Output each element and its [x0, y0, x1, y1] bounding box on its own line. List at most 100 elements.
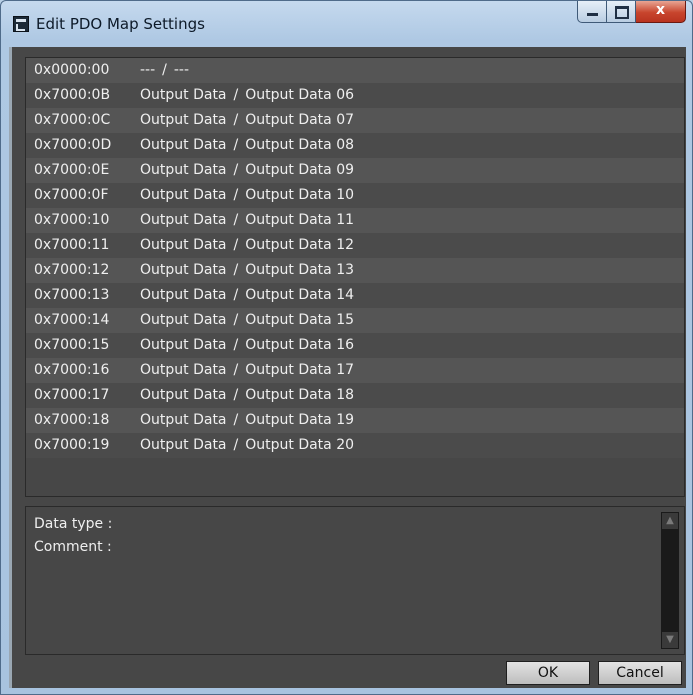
- details-scrollbar[interactable]: ▲ ▼: [661, 512, 679, 649]
- entry-separator: /: [233, 112, 239, 128]
- edit-pdo-map-settings-window: Edit PDO Map Settings x 0x0000:00 --- / ---…: [0, 0, 693, 695]
- entry-name: Output Data 17: [245, 362, 355, 378]
- entry-separator: /: [162, 62, 167, 78]
- pdo-entry-row[interactable]: 0x7000:19 Output Data / Output Data 20: [26, 433, 684, 458]
- pdo-entry-row[interactable]: 0x7000:11 Output Data / Output Data 12: [26, 233, 684, 258]
- entry-index: 0x7000:16: [34, 362, 110, 378]
- entry-group: Output Data: [140, 312, 227, 328]
- entry-name: Output Data 15: [245, 312, 355, 328]
- pdo-entry-row[interactable]: 0x7000:18 Output Data / Output Data 19: [26, 408, 684, 433]
- pdo-entry-list-body: 0x0000:00 --- / --- 0x7000:0B Output Data / Out…: [26, 58, 684, 458]
- pdo-entry-row[interactable]: 0x7000:12 Output Data / Output Data 13: [26, 258, 684, 283]
- entry-separator: /: [233, 437, 239, 453]
- entry-name: Output Data 06: [245, 87, 355, 103]
- entry-group: Output Data: [140, 212, 227, 228]
- entry-separator: /: [233, 387, 239, 403]
- pdo-entry-row[interactable]: 0x0000:00 --- / ---: [26, 58, 684, 83]
- pdo-entry-row[interactable]: 0x7000:0E Output Data / Output Data 09: [26, 158, 684, 183]
- pdo-entry-row[interactable]: 0x7000:15 Output Data / Output Data 16: [26, 333, 684, 358]
- entry-name: Output Data 13: [245, 262, 355, 278]
- scroll-down-arrow-icon[interactable]: ▼: [662, 632, 678, 648]
- entry-separator: /: [233, 137, 239, 153]
- pdo-entry-row[interactable]: 0x7000:17 Output Data / Output Data 18: [26, 383, 684, 408]
- entry-index: 0x0000:00: [34, 62, 110, 78]
- entry-separator: /: [233, 362, 239, 378]
- pdo-entry-row[interactable]: 0x7000:0B Output Data / Output Data 06: [26, 83, 684, 108]
- title-bar[interactable]: Edit PDO Map Settings x: [1, 1, 692, 47]
- minimize-button[interactable]: [577, 1, 607, 23]
- entry-group: Output Data: [140, 337, 227, 353]
- entry-group: Output Data: [140, 362, 227, 378]
- entry-name: Output Data 09: [245, 162, 355, 178]
- pdo-entry-row[interactable]: 0x7000:10 Output Data / Output Data 11: [26, 208, 684, 233]
- entry-group: Output Data: [140, 237, 227, 253]
- window-app-icon[interactable]: [13, 16, 29, 32]
- entry-group: Output Data: [140, 287, 227, 303]
- maximize-button[interactable]: [607, 1, 636, 23]
- entry-index: 0x7000:0D: [34, 137, 112, 153]
- pdo-entry-row[interactable]: 0x7000:0D Output Data / Output Data 08: [26, 133, 684, 158]
- pdo-entry-row[interactable]: 0x7000:0C Output Data / Output Data 07: [26, 108, 684, 133]
- close-button[interactable]: x: [636, 1, 686, 23]
- entry-group: Output Data: [140, 112, 227, 128]
- scroll-up-arrow-icon[interactable]: ▲: [662, 513, 678, 529]
- entry-separator: /: [233, 212, 239, 228]
- entry-group: Output Data: [140, 162, 227, 178]
- entry-group: Output Data: [140, 187, 227, 203]
- entry-index: 0x7000:14: [34, 312, 110, 328]
- entry-index: 0x7000:0E: [34, 162, 110, 178]
- close-icon: x: [655, 2, 666, 18]
- entry-separator: /: [233, 337, 239, 353]
- entry-index: 0x7000:0F: [34, 187, 109, 203]
- minimize-icon: [587, 13, 598, 16]
- entry-separator: /: [233, 187, 239, 203]
- entry-group: Output Data: [140, 262, 227, 278]
- entry-separator: /: [233, 237, 239, 253]
- entry-index: 0x7000:12: [34, 262, 110, 278]
- ok-button[interactable]: OK: [506, 661, 590, 685]
- pdo-entry-row[interactable]: 0x7000:14 Output Data / Output Data 15: [26, 308, 684, 333]
- pdo-entry-list[interactable]: 0x0000:00 --- / --- 0x7000:0B Output Data / Out…: [25, 57, 685, 497]
- cancel-button[interactable]: Cancel: [598, 661, 682, 685]
- entry-name: Output Data 08: [245, 137, 355, 153]
- entry-group: Output Data: [140, 412, 227, 428]
- entry-group: ---: [140, 62, 156, 78]
- entry-name: Output Data 11: [245, 212, 355, 228]
- entry-name: Output Data 19: [245, 412, 355, 428]
- entry-name: Output Data 12: [245, 237, 355, 253]
- entry-separator: /: [233, 412, 239, 428]
- entry-group: Output Data: [140, 87, 227, 103]
- window-title: Edit PDO Map Settings: [36, 15, 205, 33]
- entry-index: 0x7000:18: [34, 412, 110, 428]
- entry-index: 0x7000:15: [34, 337, 110, 353]
- entry-name: Output Data 16: [245, 337, 355, 353]
- dialog-client-area: 0x0000:00 --- / --- 0x7000:0B Output Data / Out…: [9, 47, 686, 688]
- entry-separator: /: [233, 262, 239, 278]
- entry-name: ---: [173, 62, 190, 78]
- entry-separator: /: [233, 162, 239, 178]
- entry-group: Output Data: [140, 437, 227, 453]
- pdo-entry-row[interactable]: 0x7000:0F Output Data / Output Data 10: [26, 183, 684, 208]
- entry-index: 0x7000:0C: [34, 112, 111, 128]
- pdo-entry-row[interactable]: 0x7000:13 Output Data / Output Data 14: [26, 283, 684, 308]
- entry-index: 0x7000:19: [34, 437, 110, 453]
- entry-index: 0x7000:10: [34, 212, 110, 228]
- left-border-strip: [9, 47, 12, 688]
- pdo-entry-row[interactable]: 0x7000:16 Output Data / Output Data 17: [26, 358, 684, 383]
- entry-name: Output Data 18: [245, 387, 355, 403]
- entry-separator: /: [233, 312, 239, 328]
- entry-separator: /: [233, 87, 239, 103]
- entry-separator: /: [233, 287, 239, 303]
- data-type-label: Data type :: [34, 516, 113, 532]
- entry-details-pane[interactable]: Data type : Comment : ▲ ▼: [25, 506, 685, 655]
- entry-index: 0x7000:11: [34, 237, 110, 253]
- entry-group: Output Data: [140, 387, 227, 403]
- comment-label: Comment :: [34, 539, 112, 555]
- entry-name: Output Data 10: [245, 187, 355, 203]
- entry-index: 0x7000:17: [34, 387, 110, 403]
- entry-group: Output Data: [140, 137, 227, 153]
- entry-name: Output Data 20: [245, 437, 355, 453]
- entry-name: Output Data 07: [245, 112, 355, 128]
- entry-name: Output Data 14: [245, 287, 355, 303]
- entry-index: 0x7000:0B: [34, 87, 111, 103]
